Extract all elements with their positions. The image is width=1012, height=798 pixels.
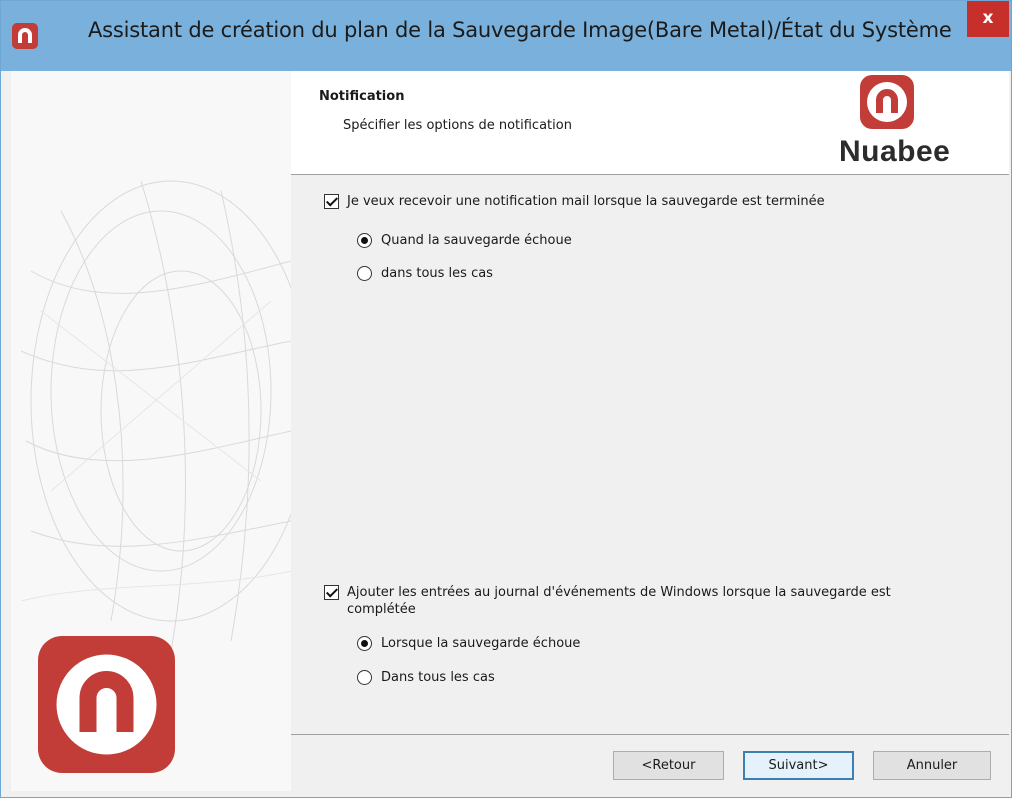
checkbox-checked-icon[interactable] bbox=[324, 194, 339, 209]
side-banner bbox=[11, 71, 291, 791]
checkbox-checked-icon[interactable] bbox=[324, 585, 339, 600]
mail-radio-always-label[interactable]: dans tous les cas bbox=[381, 266, 493, 281]
app-logo-icon bbox=[12, 23, 38, 49]
footer-divider bbox=[291, 734, 1009, 735]
eventlog-radio-on-failure-label[interactable]: Lorsque la sauvegarde échoue bbox=[381, 636, 580, 651]
cancel-button[interactable]: Annuler bbox=[873, 751, 991, 780]
radio-selected-icon[interactable] bbox=[357, 233, 372, 248]
brand-name: Nuabee bbox=[839, 135, 951, 168]
mail-notification-checkbox[interactable]: Je veux recevoir une notification mail l… bbox=[324, 193, 825, 210]
wizard-window: Assistant de création du plan de la Sauv… bbox=[0, 0, 1012, 798]
eventlog-checkbox[interactable]: Ajouter les entrées au journal d'événeme… bbox=[324, 584, 964, 618]
mail-radio-always[interactable]: dans tous les cas bbox=[357, 266, 493, 281]
mail-notification-label[interactable]: Je veux recevoir une notification mail l… bbox=[347, 193, 825, 210]
banner-texture bbox=[21, 180, 291, 652]
options-panel: Je veux recevoir une notification mail l… bbox=[291, 175, 1009, 735]
radio-selected-icon[interactable] bbox=[357, 636, 372, 651]
eventlog-radio-always[interactable]: Dans tous les cas bbox=[357, 670, 495, 685]
wizard-header: Notification Spécifier les options de no… bbox=[291, 71, 1009, 175]
back-button[interactable]: <Retour bbox=[613, 751, 724, 780]
title-bar[interactable]: Assistant de création du plan de la Sauv… bbox=[1, 1, 1011, 71]
eventlog-radio-on-failure[interactable]: Lorsque la sauvegarde échoue bbox=[357, 636, 580, 651]
close-button[interactable]: x bbox=[967, 1, 1009, 37]
brand-logo-icon bbox=[860, 75, 914, 129]
radio-unselected-icon[interactable] bbox=[357, 266, 372, 281]
mail-radio-on-failure[interactable]: Quand la sauvegarde échoue bbox=[357, 233, 572, 248]
eventlog-radio-always-label[interactable]: Dans tous les cas bbox=[381, 670, 495, 685]
radio-unselected-icon[interactable] bbox=[357, 670, 372, 685]
page-title: Notification bbox=[319, 89, 405, 104]
mail-radio-on-failure-label[interactable]: Quand la sauvegarde échoue bbox=[381, 233, 572, 248]
eventlog-label[interactable]: Ajouter les entrées au journal d'événeme… bbox=[347, 584, 947, 618]
next-button[interactable]: Suivant> bbox=[743, 751, 854, 780]
brand-logo: Nuabee bbox=[839, 75, 959, 170]
side-logo-icon bbox=[38, 636, 175, 773]
page-subtitle: Spécifier les options de notification bbox=[343, 118, 572, 133]
window-title: Assistant de création du plan de la Sauv… bbox=[88, 18, 952, 42]
